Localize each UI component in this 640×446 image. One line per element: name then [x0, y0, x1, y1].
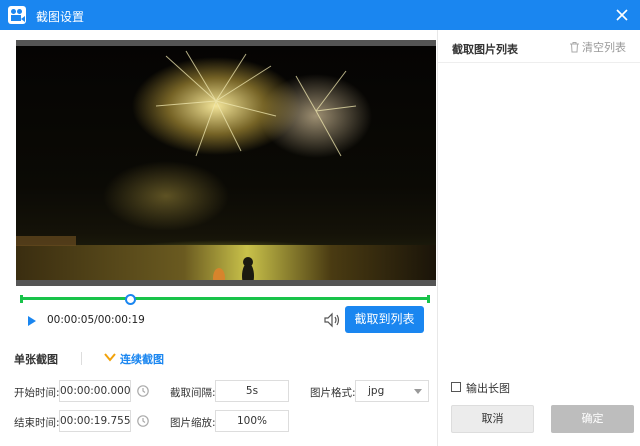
capture-to-list-button[interactable]: 截取到列表 — [345, 306, 424, 333]
timeline-slider[interactable] — [20, 293, 430, 305]
confirm-button[interactable]: 确定 — [551, 405, 634, 433]
clear-list-button[interactable]: 清空列表 — [569, 39, 626, 55]
close-icon[interactable] — [612, 5, 632, 25]
list-title: 截取图片列表 — [452, 43, 518, 56]
cancel-button[interactable]: 取消 — [451, 405, 534, 433]
play-icon[interactable] — [26, 314, 38, 328]
format-value: jpg — [368, 385, 385, 397]
long-image-label: 输出长图 — [466, 382, 510, 395]
scale-input[interactable]: 100% — [215, 410, 289, 432]
end-time-input[interactable]: 00:00:19.755 — [59, 410, 131, 432]
clear-list-label: 清空列表 — [582, 41, 626, 54]
window-title: 截图设置 — [36, 10, 85, 24]
captured-image-list[interactable] — [438, 63, 640, 363]
format-label: 图片格式: — [310, 387, 356, 399]
mode-divider — [81, 352, 82, 365]
tab-continuous-capture[interactable]: 连续截图 — [120, 351, 164, 367]
long-image-checkbox[interactable] — [451, 382, 461, 392]
scale-label: 图片缩放: — [170, 417, 216, 429]
interval-label: 截取间隔: — [170, 387, 216, 399]
format-select[interactable]: jpg — [355, 380, 429, 402]
video-preview — [16, 40, 436, 286]
capture-list-panel: 截取图片列表 清空列表 输出长图 取消 确定 — [437, 30, 640, 446]
clock-reset-icon[interactable] — [136, 414, 150, 428]
camera-icon — [8, 6, 26, 24]
fireworks-image — [16, 50, 357, 280]
dropdown-arrow-icon — [414, 389, 422, 394]
start-time-label: 开始时间: — [14, 387, 60, 399]
end-time-label: 结束时间: — [14, 417, 60, 429]
timecode: 00:00:05/00:00:19 — [47, 314, 145, 326]
timeline-handle[interactable] — [124, 294, 136, 305]
volume-icon[interactable] — [323, 311, 341, 329]
trash-icon — [570, 42, 579, 53]
chevron-down-icon — [104, 353, 116, 362]
clock-reset-icon[interactable] — [136, 384, 150, 398]
capture-panel: 00:00:05/00:00:19 截取到列表 单张截图 连续截图 开始时间: … — [0, 30, 437, 446]
title-bar: 截图设置 — [0, 0, 640, 30]
interval-input[interactable]: 5s — [215, 380, 289, 402]
start-time-input[interactable]: 00:00:00.000 — [59, 380, 131, 402]
tab-single-capture[interactable]: 单张截图 — [14, 351, 58, 367]
